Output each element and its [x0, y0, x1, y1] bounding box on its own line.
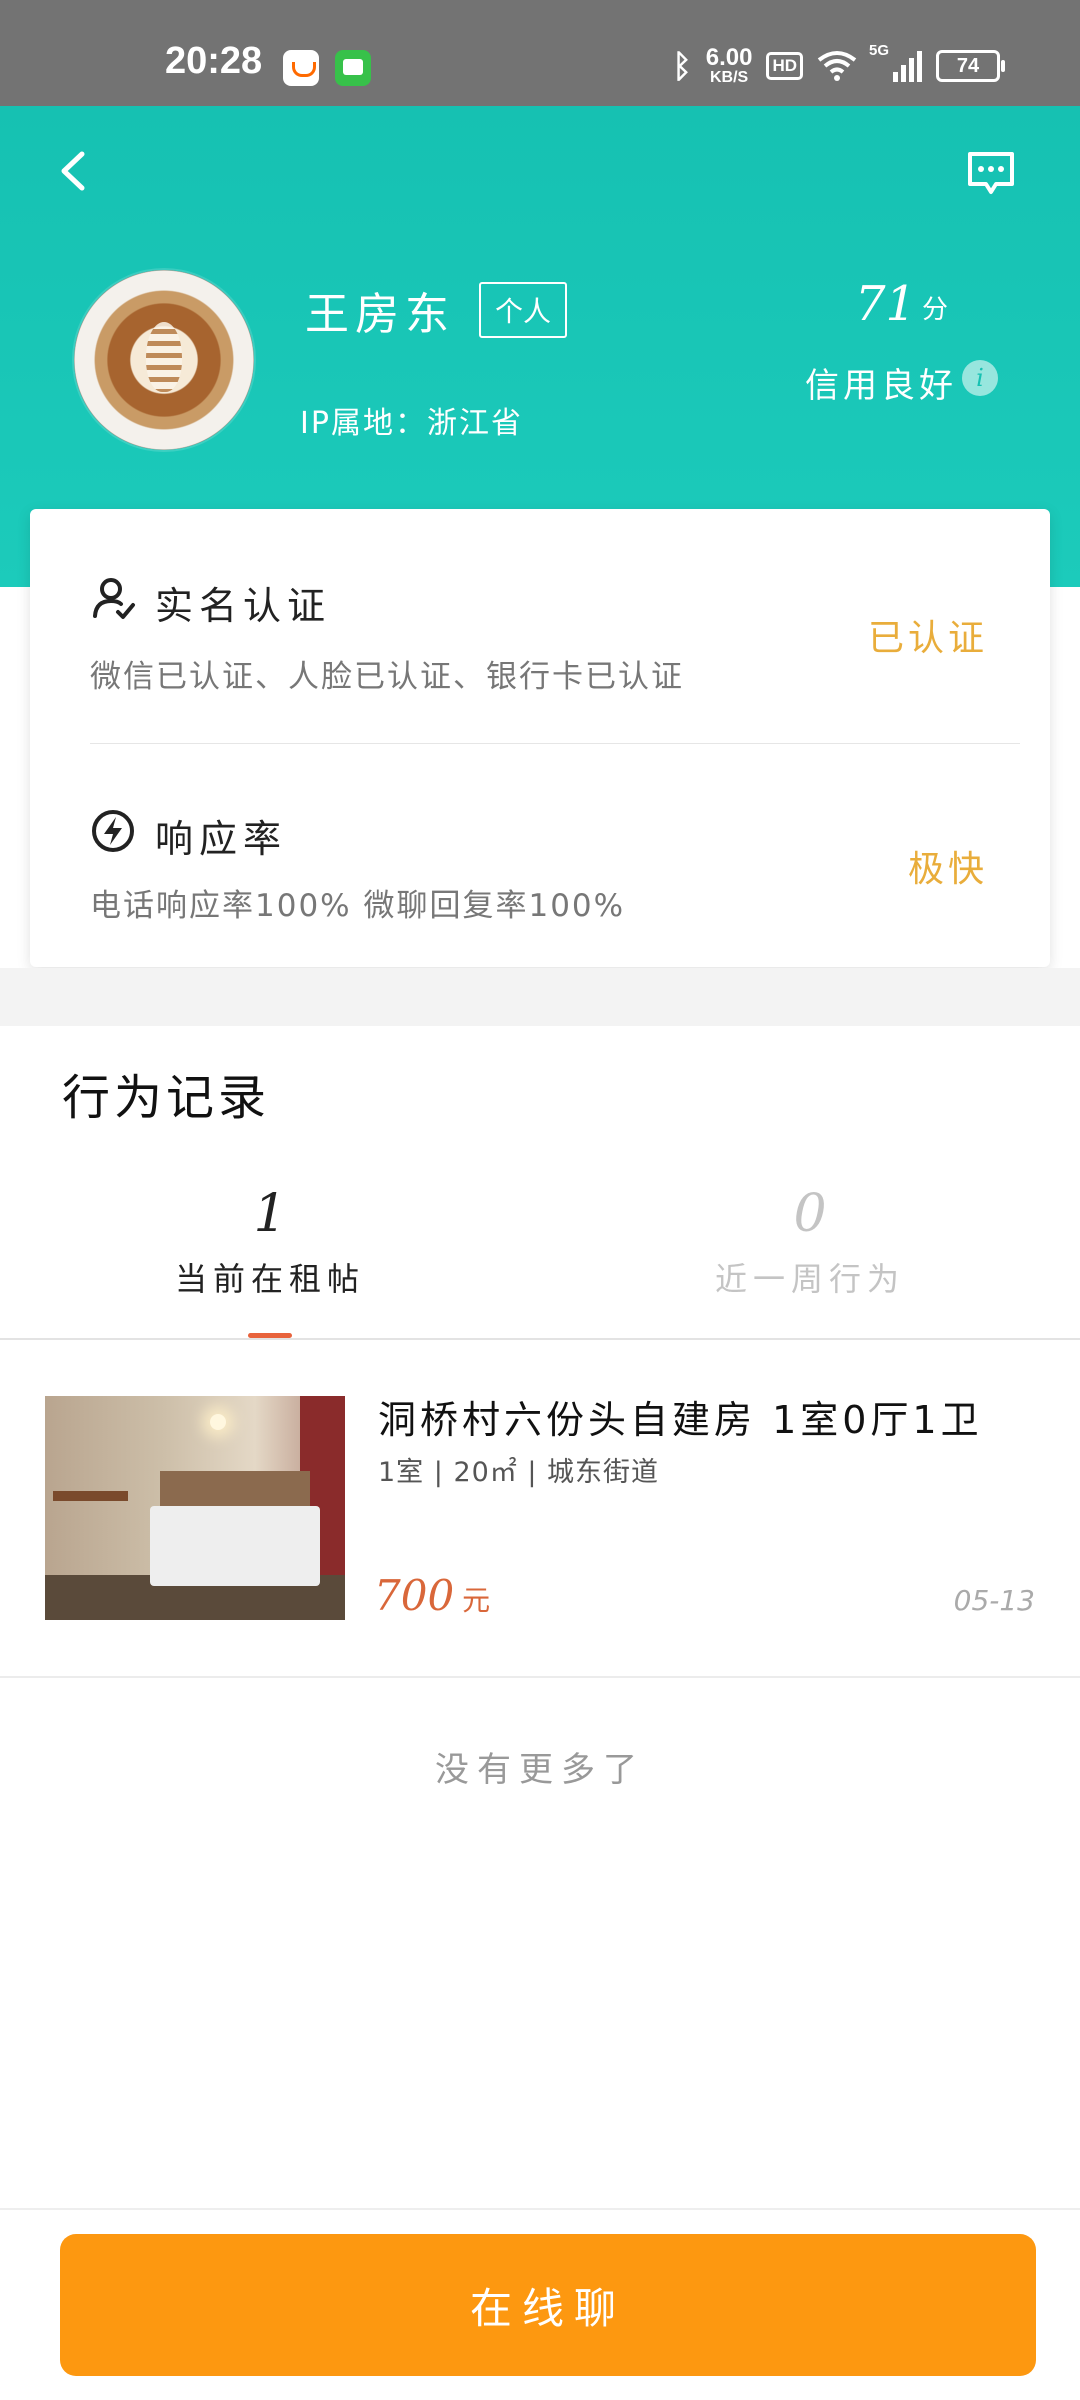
section-gap — [0, 968, 1080, 1026]
tab-count: 0 — [793, 1184, 827, 1244]
verification-title: 实名认证 — [155, 584, 332, 628]
network-speed-value: 6.00 — [705, 44, 753, 71]
status-indicators: ᛒ 6.00 KB/S HD 5G 74 — [672, 42, 1005, 86]
price-unit: 元 — [462, 1584, 491, 1617]
listing-photo — [45, 1396, 345, 1620]
tab-current-listings[interactable]: 1 当前在租帖 — [0, 1184, 540, 1300]
info-icon[interactable]: i — [962, 360, 998, 396]
landlord-name: 王房东 — [305, 289, 455, 340]
account-type-badge: 个人 — [479, 282, 568, 338]
hd-icon: HD — [766, 52, 803, 80]
bluetooth-icon: ᛒ — [672, 47, 692, 84]
real-name-verification-row: 实名认证 微信已认证、人脸已认证、银行卡已认证 已认证 — [30, 509, 1050, 744]
price-value: 700 — [374, 1571, 455, 1620]
wifi-icon — [817, 51, 857, 81]
no-more-text: 没有更多了 — [435, 1750, 645, 1790]
online-chat-button[interactable]: 在线聊 — [60, 2234, 1036, 2376]
network-speed: 6.00 KB/S — [706, 46, 753, 86]
didi-app-icon — [283, 50, 319, 86]
listing-price: 700 元 — [374, 1571, 490, 1620]
verification-desc: 微信已认证、人脸已认证、银行卡已认证 — [90, 659, 684, 695]
status-time: 20:28 — [165, 40, 263, 82]
network-speed-unit: KB/S — [709, 69, 749, 86]
response-status: 极快 — [907, 849, 988, 890]
ip-location: IP属地：浙江省 — [300, 406, 523, 441]
network-type-label: 5G — [869, 42, 890, 59]
lightning-icon — [92, 810, 134, 852]
avatar[interactable] — [74, 270, 254, 450]
verification-card: 实名认证 微信已认证、人脸已认证、银行卡已认证 已认证 响应率 电话响应率100… — [30, 509, 1050, 967]
signal-icon: 5G — [869, 42, 922, 82]
response-title: 响应率 — [155, 817, 288, 861]
tab-label: 近一周行为 — [714, 1260, 905, 1298]
verification-status: 已认证 — [867, 618, 988, 659]
bottom-divider — [0, 2208, 1080, 2210]
credit-label: 信用良好 — [805, 366, 957, 406]
user-check-icon — [93, 578, 135, 619]
tab-divider — [0, 1338, 1080, 1340]
message-app-icon — [335, 50, 371, 86]
message-icon[interactable] — [966, 148, 1016, 198]
battery-icon: 74 — [936, 50, 1005, 82]
listing-title: 洞桥村六份头自建房 1室0厅1卫 — [378, 1398, 983, 1442]
status-bar: 20:28 ᛒ 6.00 KB/S HD 5G 74 — [0, 0, 1080, 106]
listing-card[interactable]: 洞桥村六份头自建房 1室0厅1卫 1室 | 20㎡ | 城东街道 700 元 05… — [0, 1341, 1080, 1677]
listing-meta: 1室 | 20㎡ | 城东街道 — [378, 1457, 660, 1488]
tab-recent-activity[interactable]: 0 近一周行为 — [540, 1184, 1080, 1300]
tab-count: 1 — [253, 1184, 287, 1244]
credit-score-unit: 分 — [922, 295, 949, 325]
listing-divider — [0, 1676, 1080, 1678]
response-desc: 电话响应率100% 微聊回复率100% — [90, 888, 626, 924]
back-icon[interactable] — [50, 146, 100, 196]
listing-date: 05-13 — [953, 1584, 1035, 1617]
tab-label: 当前在租帖 — [174, 1260, 365, 1298]
response-rate-row: 响应率 电话响应率100% 微聊回复率100% 极快 — [30, 744, 1050, 967]
behavior-title: 行为记录 — [62, 1070, 271, 1126]
credit-score: 71 — [855, 276, 917, 332]
